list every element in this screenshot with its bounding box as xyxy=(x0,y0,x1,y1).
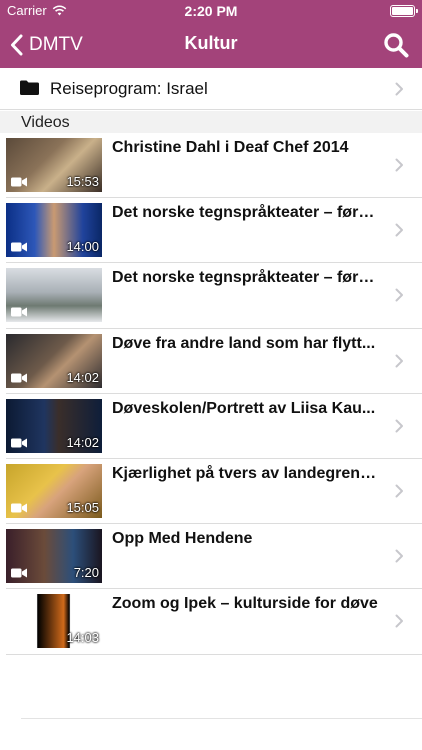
folder-icon xyxy=(20,80,39,95)
video-duration: 14:00 xyxy=(66,239,99,255)
video-row[interactable]: 15:05 Kjærlighet på tvers av landegrens..… xyxy=(0,459,422,525)
video-title: Døve fra andre land som har flytt... xyxy=(112,334,376,352)
video-title: Christine Dahl i Deaf Chef 2014 xyxy=(112,139,349,156)
video-thumbnail: 15:05 xyxy=(6,463,102,518)
video-thumbnail: 14:00 xyxy=(6,203,102,258)
video-title: Kjærlighet på tvers av landegrens... xyxy=(112,464,380,482)
folder-label: Reiseprogram: Israel xyxy=(50,79,208,98)
status-time: 2:20 PM xyxy=(184,3,238,19)
battery-icon xyxy=(390,5,418,17)
video-title: Døveskolen/Portrett av Liisa Kau... xyxy=(112,399,376,417)
video-duration: 15:53 xyxy=(66,174,99,189)
section-title: Videos xyxy=(21,114,70,131)
video-title: Zoom og Ipek – kulturside for døve xyxy=(112,595,378,613)
video-title: Opp Med Hendene xyxy=(112,530,253,548)
video-row[interactable]: 14:02 Døveskolen/Portrett av Liisa Kau... xyxy=(0,394,422,460)
chevron-right-icon xyxy=(395,288,403,302)
video-thumbnail: 15:53 xyxy=(6,138,102,192)
video-thumbnail: 7:20 xyxy=(6,529,102,584)
video-camera-icon xyxy=(11,242,27,252)
video-camera-icon xyxy=(11,307,27,317)
status-bar: Carrier 2:20 PM xyxy=(0,0,422,22)
video-row[interactable]: 7:20 Opp Med Hendene xyxy=(0,524,422,590)
video-row[interactable]: 14:00 Det norske tegnspråkteater – førs..… xyxy=(0,198,422,264)
chevron-right-icon xyxy=(395,549,403,563)
video-duration: 14:03 xyxy=(66,630,99,646)
video-row[interactable]: 14:02 Døve fra andre land som har flytt..… xyxy=(0,329,422,394)
chevron-right-icon xyxy=(395,419,403,433)
video-camera-icon xyxy=(11,373,27,383)
video-list: 15:53 Christine Dahl i Deaf Chef 2014 14:0… xyxy=(0,133,422,655)
video-title: Det norske tegnspråkteater – førs... xyxy=(112,204,380,222)
video-camera-icon xyxy=(11,438,27,448)
chevron-right-icon xyxy=(395,354,403,368)
chevron-right-icon xyxy=(395,158,403,172)
video-row[interactable]: 14:03 Zoom og Ipek – kulturside for døve xyxy=(0,589,422,655)
video-duration: 15:05 xyxy=(66,499,99,515)
video-row[interactable]: Det norske tegnspråkteater – førs... xyxy=(0,263,422,329)
page-title: Kultur xyxy=(184,33,238,53)
video-camera-icon xyxy=(11,503,27,513)
chevron-right-icon xyxy=(395,223,403,237)
video-title: Det norske tegnspråkteater – førs... xyxy=(112,269,380,287)
search-icon[interactable] xyxy=(382,31,410,59)
section-header: Videos xyxy=(0,111,422,133)
top-bar: Carrier 2:20 PM DMTV Kultur xyxy=(0,0,422,68)
navigation-bar: DMTV Kultur xyxy=(0,22,422,68)
folder-row[interactable]: Reiseprogram: Israel xyxy=(0,68,422,110)
chevron-right-icon xyxy=(395,82,403,96)
chevron-right-icon xyxy=(395,614,403,628)
video-duration: 7:20 xyxy=(73,565,99,581)
divider xyxy=(21,718,422,719)
video-thumbnail xyxy=(6,268,102,323)
video-thumbnail: 14:03 xyxy=(6,594,102,649)
video-thumbnail: 14:02 xyxy=(6,333,102,388)
video-camera-icon xyxy=(11,568,27,578)
chevron-right-icon xyxy=(395,484,403,498)
video-row[interactable]: 15:53 Christine Dahl i Deaf Chef 2014 xyxy=(0,133,422,199)
video-duration: 14:02 xyxy=(66,434,99,450)
video-thumbnail: 14:02 xyxy=(6,398,102,453)
video-duration: 14:02 xyxy=(66,369,99,385)
video-camera-icon xyxy=(11,633,27,643)
video-camera-icon xyxy=(11,177,27,187)
